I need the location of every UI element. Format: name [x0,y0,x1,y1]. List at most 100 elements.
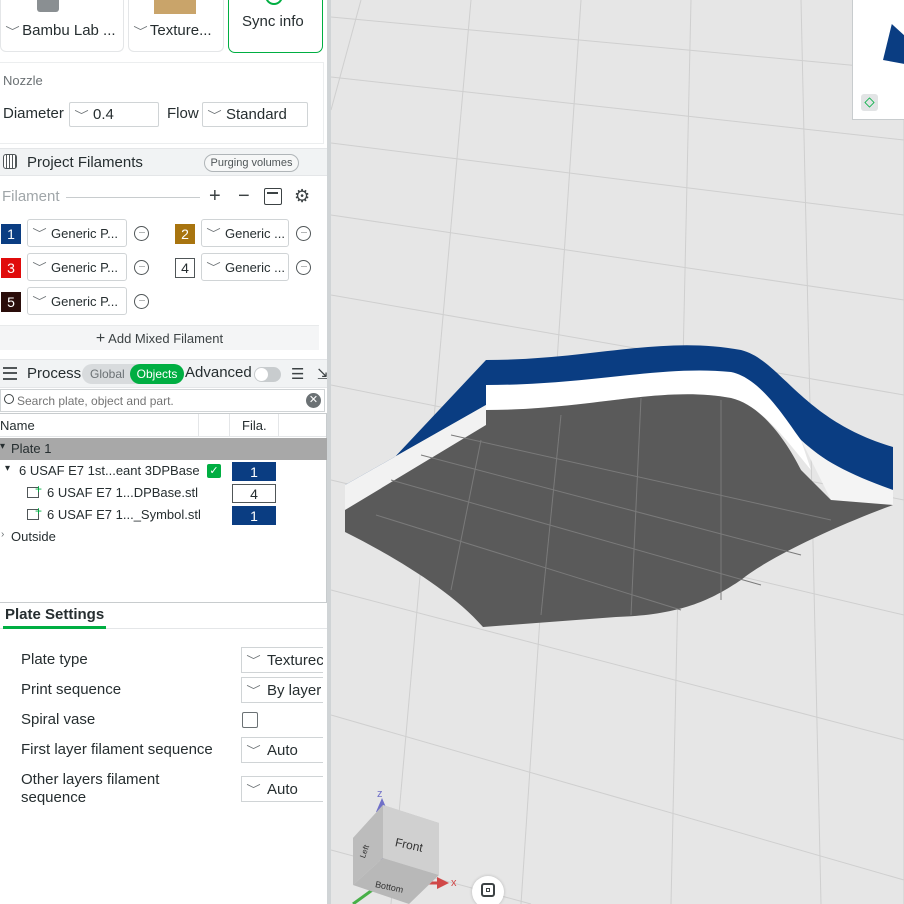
printer-icon [37,0,59,12]
process-title: Process [27,365,82,382]
part-name: 6 USAF E7 1...DPBase.stl [47,485,199,500]
filament-color-swatch[interactable]: 4 [175,258,195,278]
filament-more-icon[interactable]: ··· [296,260,311,275]
global-objects-toggle[interactable]: Global Objects [82,364,184,384]
filament-color-swatch[interactable]: 2 [175,224,195,244]
process-header: Process Global Objects Advanced ☰ ⇲ [0,359,327,388]
list-view-icon[interactable]: ☰ [291,365,304,383]
part-row[interactable]: + 6 USAF E7 1...DPBase.stl 4 [0,482,327,504]
plus-icon: + [95,330,106,347]
plate-settings-tab[interactable]: Plate Settings [5,606,104,623]
fit-view-icon [481,883,495,897]
plate-name: Plate 1 [11,441,52,456]
filament-more-icon[interactable]: ··· [296,226,311,241]
filament-divider [66,197,200,198]
plate-preset-label: Texture... [149,22,212,39]
filament-more-icon[interactable]: ··· [134,260,149,275]
printer-preset-label: Bambu Lab ... [22,22,116,39]
chevron-down-icon: ﹀ [246,655,261,667]
flow-value: Standard [226,106,287,123]
chevron-down-icon: ﹀ [246,784,261,796]
first-layer-sequence-select[interactable]: ﹀ Auto [241,737,323,763]
object-filament-badge[interactable]: 1 [232,462,276,481]
filament-color-swatch[interactable]: 5 [1,292,21,312]
chevron-down-icon: ﹀ [32,296,47,308]
column-name-header[interactable]: Name [0,418,35,433]
plate-thumbnail[interactable] [852,0,904,120]
layers-icon [3,367,17,380]
search-input[interactable] [17,392,297,409]
filament-settings-gear-icon[interactable]: ⚙ [294,186,310,207]
advanced-toggle[interactable] [254,367,281,382]
filament-preset-select[interactable]: ﹀ Generic P... [27,287,127,315]
chevron-down-icon: ﹀ [133,26,148,38]
spiral-vase-label: Spiral vase [21,711,96,728]
filament-sync-icon[interactable] [264,188,282,205]
object-name: 6 USAF E7 1st...eant 3DPBase [19,463,200,478]
thumbnail-cube-button[interactable] [861,94,878,111]
chevron-down-icon: ﹀ [246,745,261,757]
expand-arrow-icon[interactable]: › [1,529,4,540]
column-fila-header[interactable]: Fila. [242,418,267,433]
chevron-down-icon: ﹀ [32,228,47,240]
fit-view-button[interactable] [472,876,504,904]
print-sequence-label: Print sequence [21,681,122,698]
chevron-down-icon: ﹀ [74,109,89,122]
part-filament-badge[interactable]: 4 [232,484,276,503]
printable-checkbox[interactable]: ✓ [207,464,221,478]
outside-row[interactable]: › Outside [0,526,327,548]
object-tree: Name Fila. ▾ Plate 1 ▾ 6 USAF E7 1st...e… [0,413,327,603]
object-row[interactable]: ▾ 6 USAF E7 1st...eant 3DPBase ✓ 1 [0,460,327,482]
add-mixed-filament-label: Add Mixed Filament [108,331,224,346]
diameter-label: Diameter [3,105,64,122]
axis-z-label: z [377,788,383,800]
tree-header: Name Fila. [0,414,326,437]
plate-preset-card[interactable]: ﹀ Texture... [128,0,224,52]
filament-color-swatch[interactable]: 3 [1,258,21,278]
global-tab[interactable]: Global [90,367,125,381]
remove-filament-icon[interactable]: − [238,185,250,208]
filament-color-swatch[interactable]: 1 [1,224,21,244]
sync-icon [265,0,283,5]
add-mixed-filament-button[interactable]: + Add Mixed Filament [0,325,319,350]
expand-arrow-icon[interactable]: ▾ [0,441,5,452]
filament-preset-select[interactable]: ﹀ Generic ... [201,253,289,281]
plate-row[interactable]: ▾ Plate 1 [0,438,327,460]
first-layer-sequence-label: First layer filament sequence [21,741,213,758]
project-filaments-title: Project Filaments [27,154,143,171]
objects-tab[interactable]: Objects [130,364,184,384]
clear-search-icon[interactable]: ✕ [306,393,321,408]
flow-select[interactable]: ﹀ Standard [202,102,308,127]
diameter-select[interactable]: ﹀ 0.4 [69,102,159,127]
diameter-value: 0.4 [93,106,114,123]
printer-preset-card[interactable]: ﹀ Bambu Lab ... [0,0,124,52]
filament-spool-icon [3,154,17,169]
chevron-down-icon: ﹀ [207,109,222,122]
sync-info-label: Sync info [242,13,304,30]
print-sequence-select[interactable]: ﹀ By layer [241,677,323,703]
filament-preset-select[interactable]: ﹀ Generic P... [27,219,127,247]
chevron-down-icon: ﹀ [246,685,261,697]
object-search-field[interactable]: ✕ [0,389,325,412]
build-plate-canvas[interactable] [331,0,904,904]
advanced-label: Advanced [185,364,252,381]
part-row[interactable]: + 6 USAF E7 1..._Symbol.stl 1 [0,504,327,526]
filament-more-icon[interactable]: ··· [134,226,149,241]
other-layers-sequence-label: Other layers filament sequence [21,771,160,806]
3d-viewport[interactable]: Front Left Bottom x z [331,0,904,904]
part-filament-badge[interactable]: 1 [232,506,276,525]
filament-more-icon[interactable]: ··· [134,294,149,309]
collapse-panel-icon[interactable]: ⇲ [317,365,327,383]
filament-preset-select[interactable]: ﹀ Generic ... [201,219,289,247]
purging-volumes-button[interactable]: Purging volumes [204,154,299,172]
expand-arrow-icon[interactable]: ▾ [5,463,10,474]
plate-type-select[interactable]: ﹀ Texturec [241,647,323,673]
sync-info-button[interactable]: Sync info [228,0,323,53]
other-layers-sequence-select[interactable]: ﹀ Auto [241,776,323,802]
filament-preset-select[interactable]: ﹀ Generic P... [27,253,127,281]
spiral-vase-checkbox[interactable] [242,712,258,728]
flow-label: Flow [167,105,199,122]
chevron-down-icon: ﹀ [206,262,221,274]
add-filament-icon[interactable]: + [209,185,221,208]
search-icon [4,394,14,404]
